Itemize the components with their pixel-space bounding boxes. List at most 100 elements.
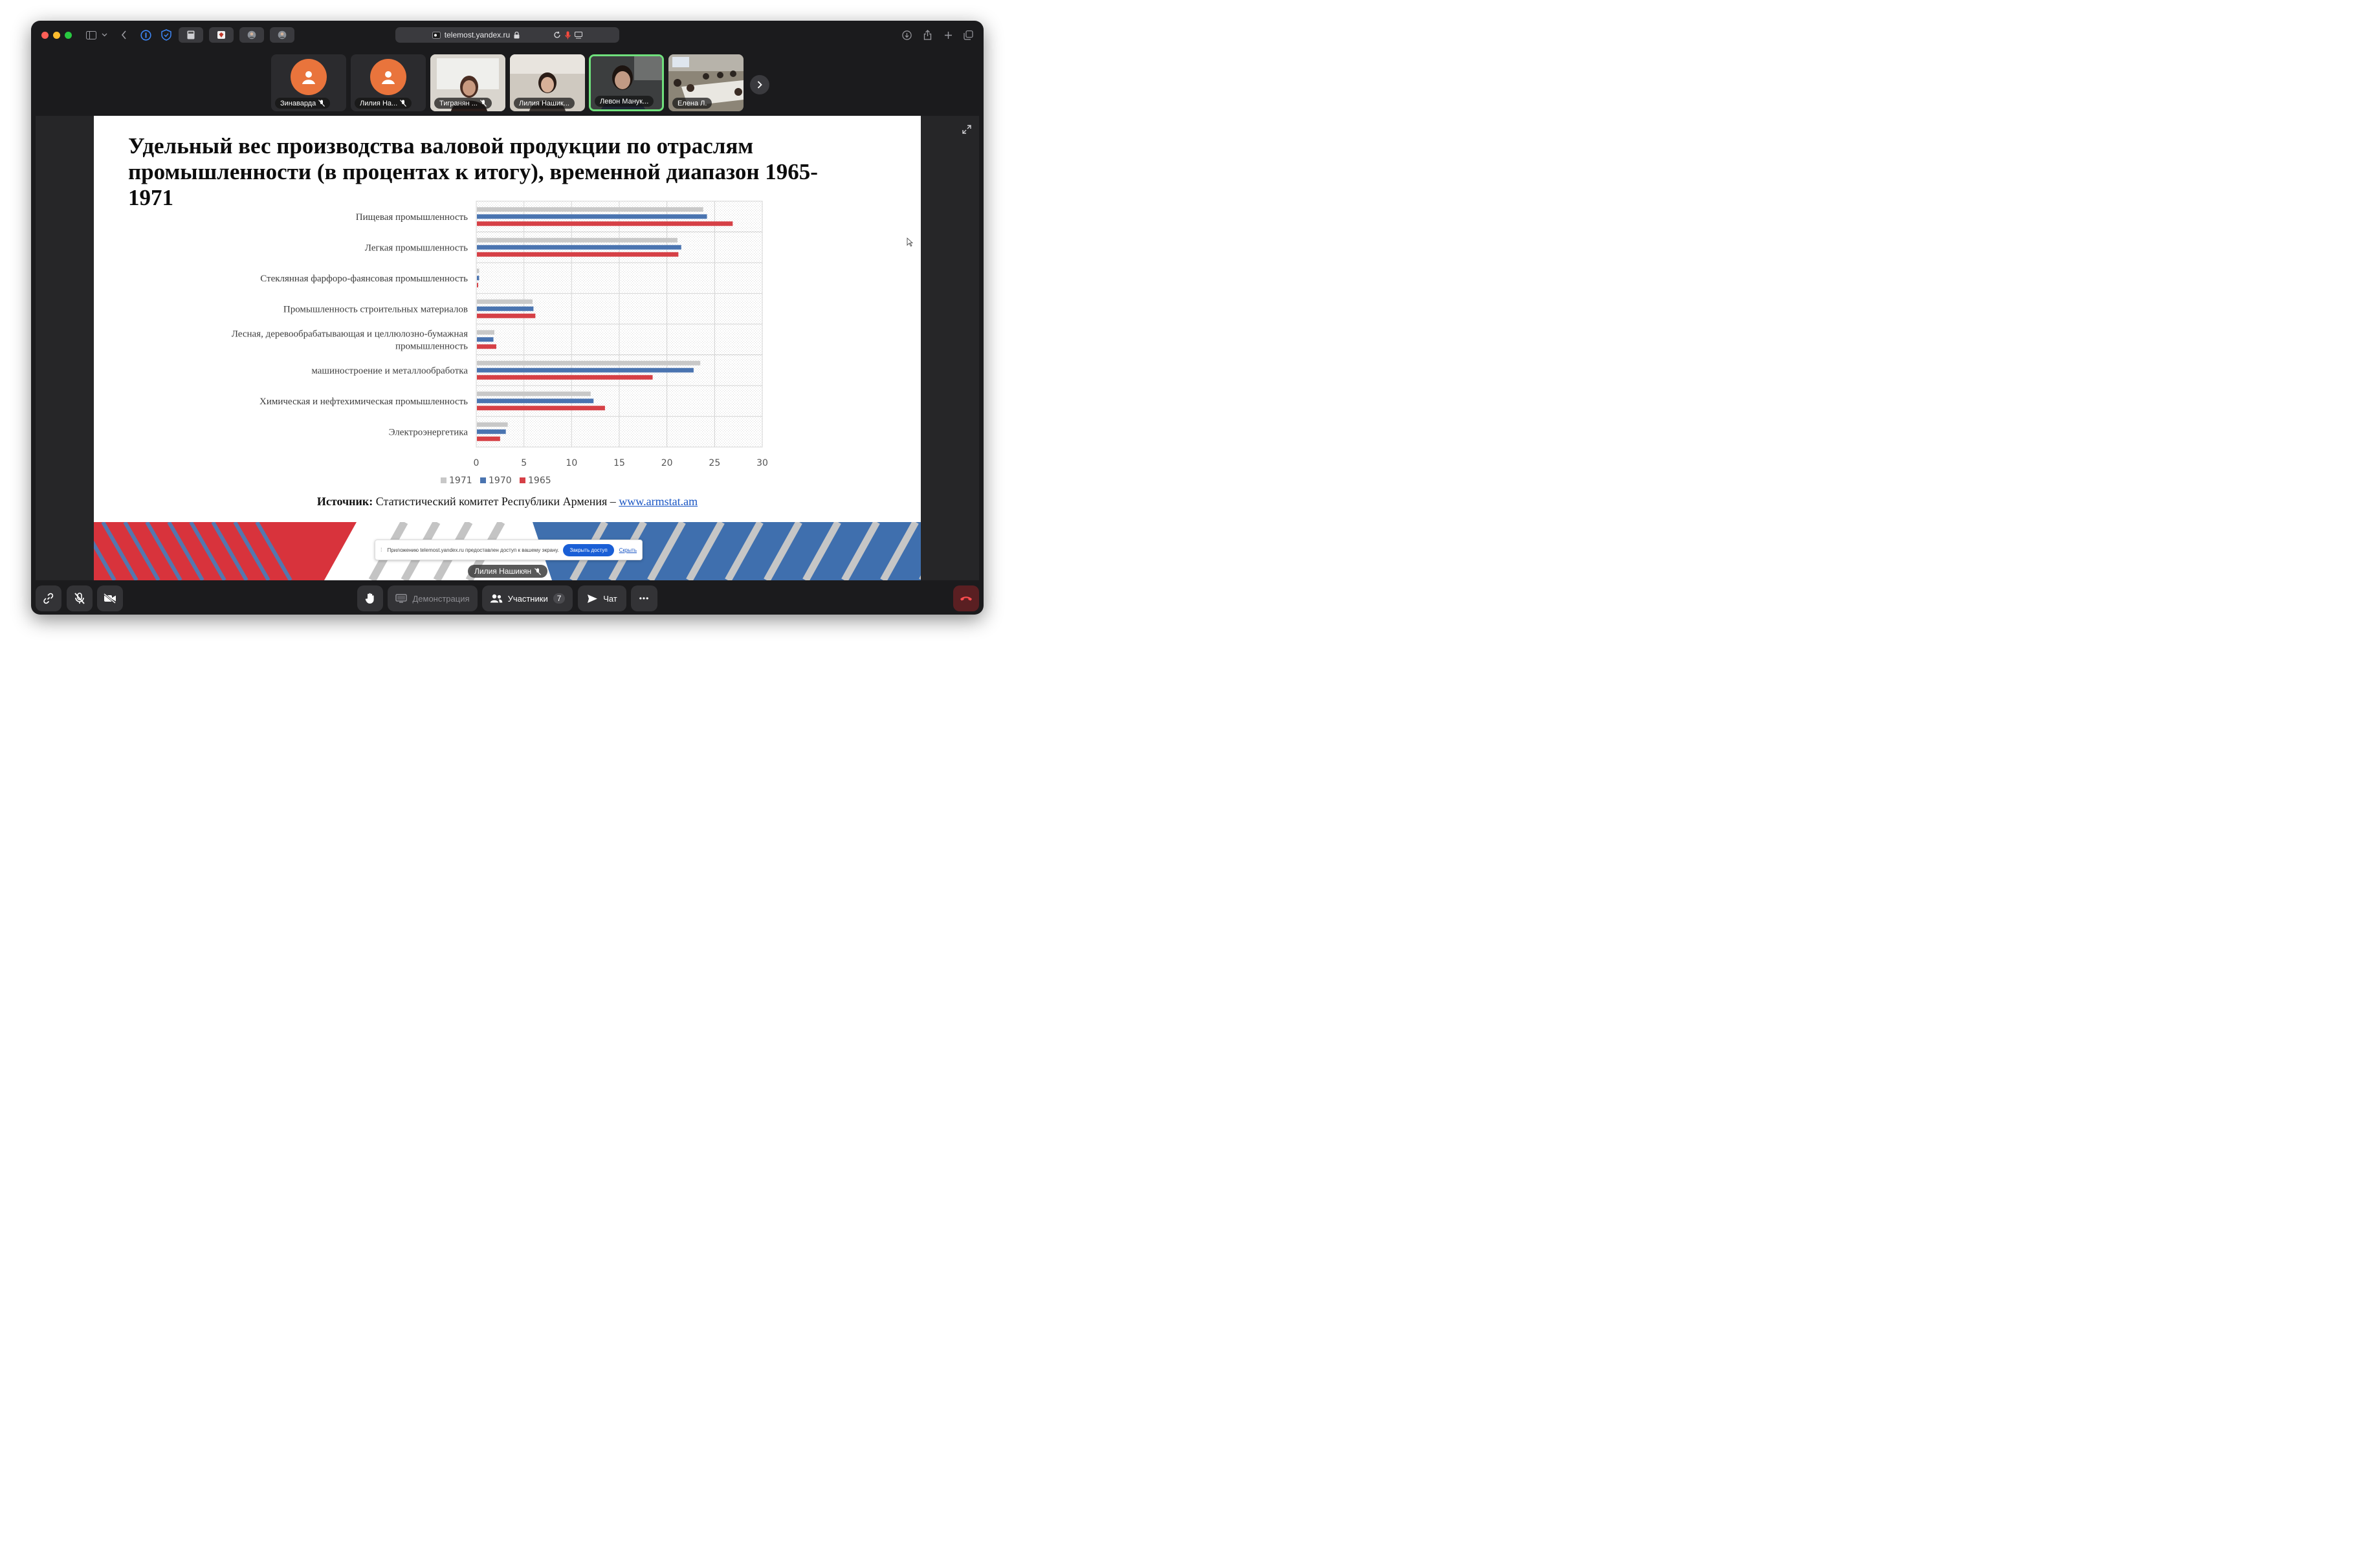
profile-tab-icon[interactable] [239,27,264,43]
x-tick-label: 10 [566,458,577,468]
password-extension-icon[interactable] [138,28,153,42]
browser-window: telemost.yandex.ru Зинаварда Лилия На...… [31,21,984,615]
share-notice-text: Приложению telemost.yandex.ru предоставл… [387,547,559,553]
bar-1971 [477,237,678,243]
category-label: Электроэнергетика [389,427,468,437]
bar-1965 [477,283,478,288]
participants-strip: Зинаварда Лилия На... Тигранян ... Лилия… [31,54,984,112]
bar-1970 [477,429,506,434]
reader-icon[interactable] [575,31,583,39]
legend-label-1970: 1970 [489,475,512,486]
camera-toggle-button[interactable] [97,585,123,611]
calculator-tab-icon[interactable] [179,27,203,43]
hand-icon [365,593,374,604]
mouse-cursor-icon [907,237,914,250]
drag-handle-icon[interactable]: ⁞ [380,547,382,553]
screen-share-notice: ⁞ Приложению telemost.yandex.ru предоста… [375,540,643,560]
sidebar-toggle-icon[interactable] [84,28,98,42]
legend-swatch-1970 [480,477,486,483]
minimize-window-button[interactable] [53,32,60,39]
address-bar[interactable]: telemost.yandex.ru [395,27,619,43]
x-tick-label: 15 [613,458,625,468]
back-icon[interactable] [118,28,129,42]
bar-1970 [477,399,594,404]
microphone-recording-icon[interactable] [565,31,571,39]
participant-tile[interactable]: Лилия На... [351,54,426,111]
microphone-toggle-button[interactable] [67,585,93,611]
zoom-window-button[interactable] [65,32,72,39]
url-text: telemost.yandex.ru [444,30,511,39]
send-icon [588,594,598,603]
next-participants-button[interactable] [750,75,769,94]
call-controls-bar: Демонстрация Участники 7 Чат ••• [31,584,984,615]
bar-1970 [477,245,681,250]
participants-count-badge: 7 [553,593,566,604]
lock-icon [514,31,520,38]
chevron-right-icon [757,81,762,89]
camera-off-icon [104,593,116,604]
source-link[interactable]: www.armstat.am [619,495,698,508]
bar-1965 [477,313,536,318]
category-label: машиностроение и металлообработка [311,366,468,376]
reload-icon[interactable] [553,31,561,39]
category-label: Промышленность строительных материалов [283,304,468,314]
bar-1965 [477,375,653,380]
tab-overview-icon[interactable] [962,28,975,42]
hang-up-icon [960,596,972,601]
bar-1971 [477,360,701,366]
screen-sharer-label: Лилия Нашикян [468,565,548,578]
screen-share-button[interactable]: Демонстрация [388,585,478,611]
participant-name: Елена Л. [672,98,712,109]
bar-1965 [477,436,500,441]
category-label: Химическая и нефтехимическая промышленно… [259,397,468,407]
participant-tile[interactable]: Елена Л. [668,54,744,111]
mic-muted-icon [400,100,407,107]
end-call-button[interactable] [953,585,979,611]
emblem-tab-icon[interactable] [209,27,234,43]
link-icon [43,593,54,604]
bar-1971 [477,299,533,304]
browser-toolbar: telemost.yandex.ru [31,21,984,49]
participant-tile[interactable]: Тигранян ... [430,54,505,111]
expand-icon [962,125,971,134]
hide-notice-link[interactable]: Скрыть [619,547,637,553]
x-tick-label: 20 [661,458,673,468]
chevron-down-icon[interactable] [100,28,109,42]
shield-extension-icon[interactable] [159,28,173,42]
x-tick-label: 25 [709,458,720,468]
screen-share-stage: Удельный вес производства валовой продук… [36,116,979,580]
chat-button[interactable]: Чат [578,585,626,611]
bar-1970 [477,337,494,342]
participant-tile[interactable]: Лилия Нашик... [510,54,585,111]
category-label: Лесная, деревообрабатывающая и целлюлозн… [232,329,468,339]
profile-tab-icon-2[interactable] [270,27,294,43]
category-label: Легкая промышленность [365,243,468,253]
bar-chart: Пищевая промышленность Легкая промышленно… [232,201,768,486]
more-options-button[interactable]: ••• [631,585,657,611]
stop-sharing-button[interactable]: Закрыть доступ [563,543,614,556]
share-icon[interactable] [921,28,934,42]
slide-source-line: Источник: Статистический комитет Республ… [94,495,921,508]
bar-1971 [477,207,703,212]
mic-muted-icon [74,593,85,604]
participants-button[interactable]: Участники 7 [482,585,573,611]
participants-label: Участники [507,593,548,604]
participant-name: Зинаварда [275,98,331,109]
participant-tile[interactable]: Зинаварда [271,54,346,111]
source-label: Источник: [316,495,373,508]
bar-1965 [477,344,496,349]
copy-link-button[interactable] [36,585,61,611]
close-window-button[interactable] [41,32,49,39]
screen-share-icon [395,594,408,603]
presentation-slide: Удельный вес производства валовой продук… [94,116,921,580]
category-label: Пищевая промышленность [356,212,468,223]
participant-tile-active-speaker[interactable]: Левон Манук... [589,54,664,111]
raise-hand-button[interactable] [357,585,383,611]
download-icon[interactable] [900,28,913,42]
bar-1970 [477,306,534,311]
participant-name: Лилия Нашик... [514,98,575,109]
participant-name: Левон Манук... [595,96,654,107]
fullscreen-button[interactable] [960,122,974,137]
bar-1965 [477,406,605,411]
new-tab-icon[interactable] [942,28,954,42]
